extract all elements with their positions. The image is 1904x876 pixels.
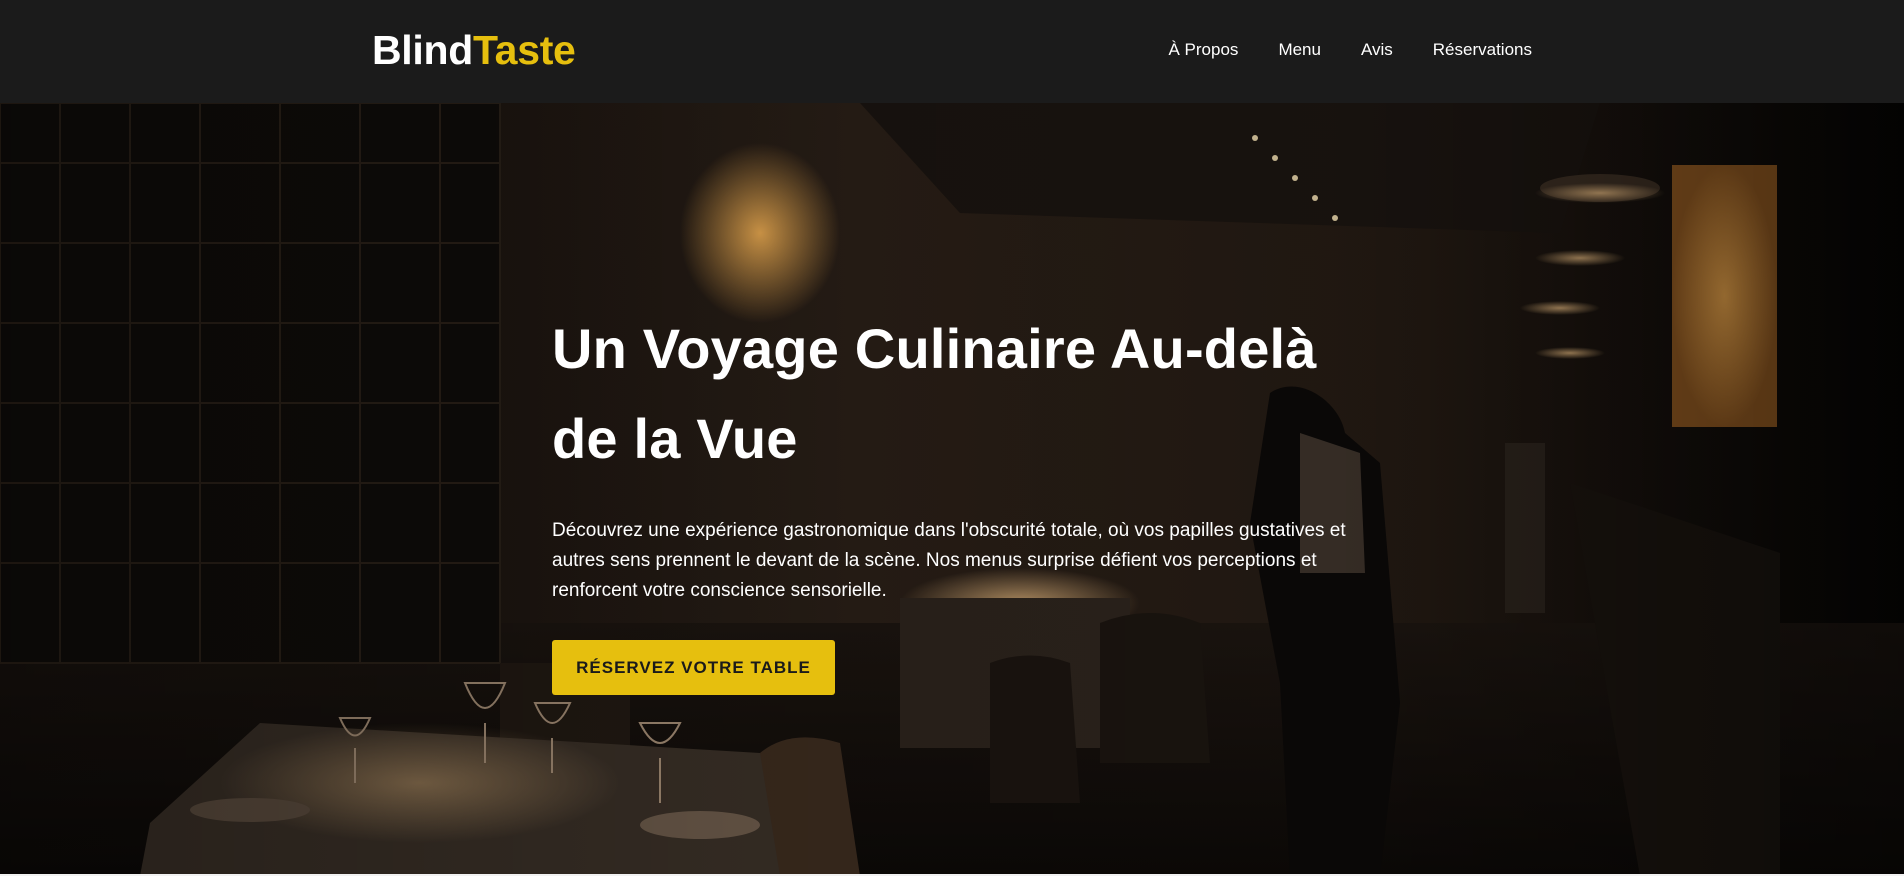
main-nav: À Propos Menu Avis Réservations bbox=[1169, 40, 1533, 60]
logo-text-blind: Blind bbox=[372, 27, 473, 73]
site-header: BlindTaste À Propos Menu Avis Réservatio… bbox=[0, 0, 1904, 103]
hero-description: Découvrez une expérience gastronomique d… bbox=[552, 520, 1346, 601]
logo-text-taste: Taste bbox=[472, 27, 576, 73]
nav-link-avis[interactable]: Avis bbox=[1361, 40, 1393, 60]
reserve-table-button[interactable]: RÉSERVEZ VOTRE TABLE bbox=[552, 640, 835, 695]
brand-logo[interactable]: BlindTaste bbox=[372, 26, 576, 74]
nav-link-reservations[interactable]: Réservations bbox=[1433, 40, 1532, 60]
nav-link-a-propos[interactable]: À Propos bbox=[1169, 40, 1239, 60]
hero-section: Un Voyage Culinaire Au-delà de la Vue Dé… bbox=[0, 103, 1904, 876]
hero-content: Un Voyage Culinaire Au-delà de la Vue Dé… bbox=[552, 304, 1372, 695]
nav-link-menu[interactable]: Menu bbox=[1278, 40, 1321, 60]
hero-title: Un Voyage Culinaire Au-delà de la Vue bbox=[552, 317, 1317, 470]
